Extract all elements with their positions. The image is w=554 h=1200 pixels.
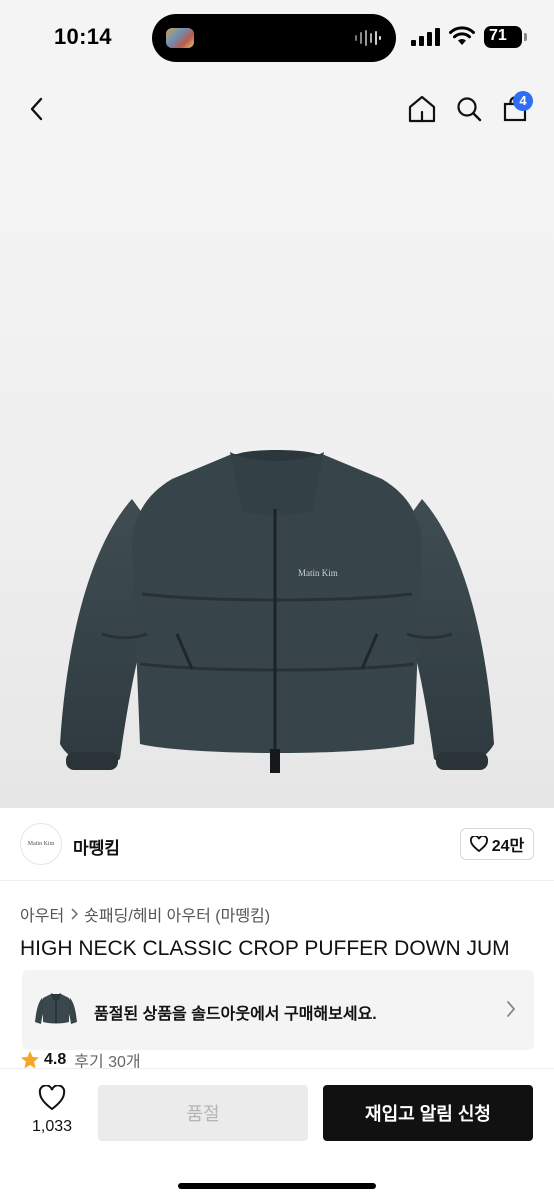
back-button[interactable]: [20, 92, 54, 126]
soldout-button[interactable]: 품절: [98, 1085, 308, 1141]
audio-waveform-icon: [355, 30, 381, 46]
dynamic-island[interactable]: [152, 14, 396, 62]
heart-icon: [38, 1084, 66, 1111]
wish-button[interactable]: 1,033: [26, 1084, 78, 1136]
soldout-banner[interactable]: 품절된 상품을 솔드아웃에서 구매해보세요.: [22, 970, 534, 1050]
star-icon: [21, 1051, 39, 1069]
puffer-jacket-image: Matin Kim: [60, 450, 494, 773]
back-chevron-icon: [30, 97, 43, 121]
breadcrumb: 아우터 숏패딩/헤비 아우터 (마뗑킴): [20, 902, 270, 926]
wish-count: 1,033: [31, 1118, 73, 1135]
cart-count-badge: 4: [513, 91, 533, 111]
status-bar: 10:14 71: [0, 0, 554, 76]
brand-like-count: 24만: [491, 838, 525, 855]
heart-icon: [469, 836, 488, 852]
jacket-logo-text: Matin Kim: [298, 568, 338, 578]
cellular-signal-icon: [411, 28, 440, 46]
jacket-thumbnail: [35, 993, 77, 1024]
brand-row[interactable]: Matin Kim 마뗑킴 24만: [0, 808, 554, 880]
section-divider: [0, 880, 554, 881]
battery-cap: [524, 33, 527, 41]
soldout-banner-text: 품절된 상품을 솔드아웃에서 구매해보세요.: [94, 1006, 377, 1023]
breadcrumb-level1[interactable]: 아우터: [20, 902, 64, 926]
wifi-icon: [449, 26, 475, 45]
rating-score: 4.8: [44, 1051, 67, 1068]
brand-logo-text: Matin Kim: [27, 841, 55, 847]
brand-like-button[interactable]: 24만: [460, 828, 534, 860]
brand-name[interactable]: 마뗑킴: [73, 834, 120, 859]
product-title: HIGH NECK CLASSIC CROP PUFFER DOWN JUM: [20, 937, 510, 960]
chevron-right-icon: [507, 1001, 516, 1017]
bottom-action-bar: 1,033 품절 재입고 알림 신청: [0, 1068, 554, 1200]
breadcrumb-level2[interactable]: 숏패딩/헤비 아우터 (마뗑킴): [84, 902, 270, 926]
battery-level: 71: [489, 27, 507, 44]
search-icon: [457, 97, 482, 122]
home-indicator[interactable]: [178, 1183, 376, 1189]
chevron-right-icon: [71, 908, 79, 920]
restock-alert-button[interactable]: 재입고 알림 신청: [323, 1085, 533, 1141]
search-button[interactable]: [450, 90, 488, 128]
home-button[interactable]: [403, 90, 441, 128]
status-time: 10:14: [54, 24, 112, 49]
now-playing-artwork: [166, 28, 194, 48]
brand-logo[interactable]: Matin Kim: [20, 823, 62, 865]
product-image[interactable]: Matin Kim: [0, 142, 554, 808]
top-nav: [0, 76, 554, 142]
battery-icon: 71: [484, 26, 522, 48]
home-icon: [408, 95, 436, 123]
